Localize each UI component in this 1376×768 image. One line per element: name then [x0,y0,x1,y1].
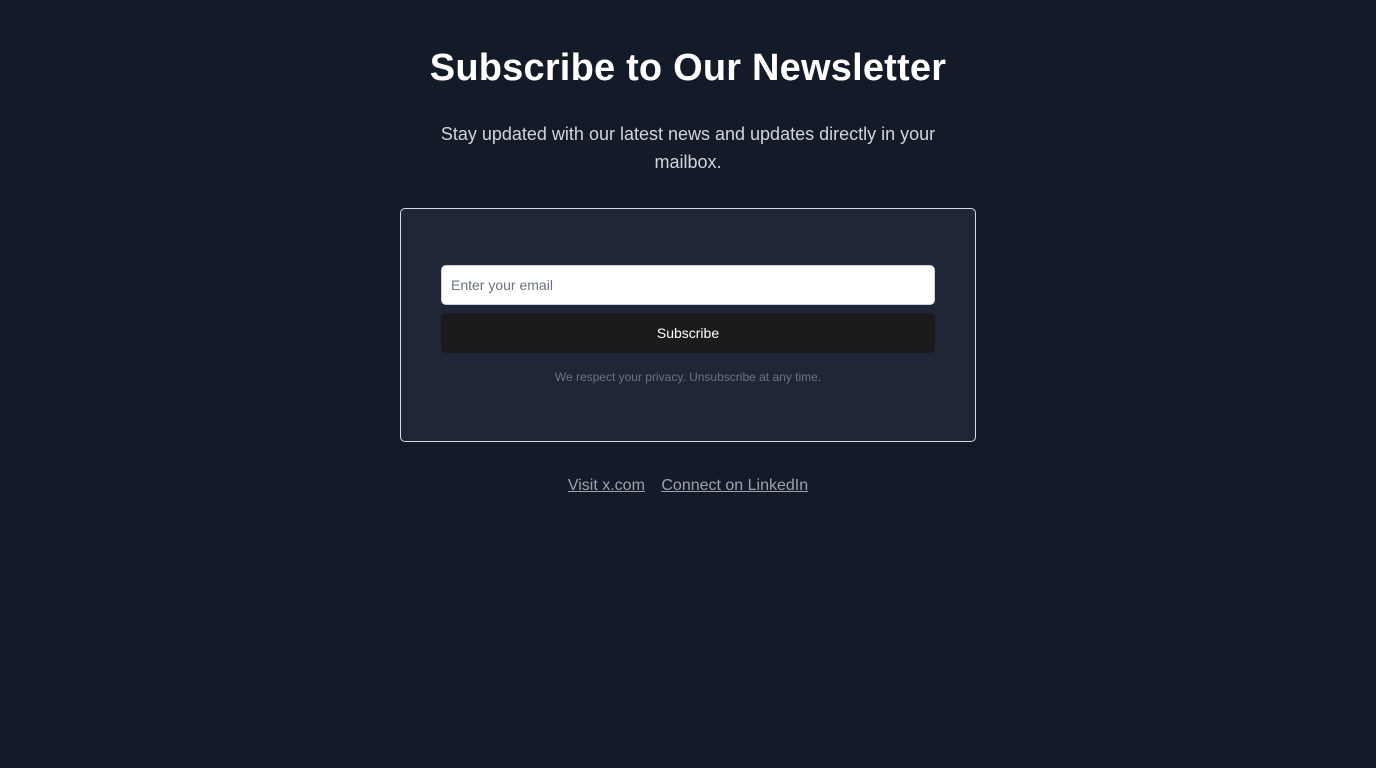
linkedin-link[interactable]: Connect on LinkedIn [661,477,808,494]
social-links: Visit x.com Connect on LinkedIn [0,476,1376,496]
page-title: Subscribe to Our Newsletter [429,47,947,89]
page-subtitle: Stay updated with our latest news and up… [440,124,936,172]
email-field[interactable] [441,265,935,305]
visit-x-link[interactable]: Visit x.com [568,477,645,494]
newsletter-page: Subscribe to Our Newsletter Stay updated… [0,0,1376,768]
subscribe-button[interactable]: Subscribe [441,313,935,353]
subscribe-card: Subscribe We respect your privacy. Unsub… [400,208,976,442]
privacy-note: We respect your privacy. Unsubscribe at … [554,370,822,384]
